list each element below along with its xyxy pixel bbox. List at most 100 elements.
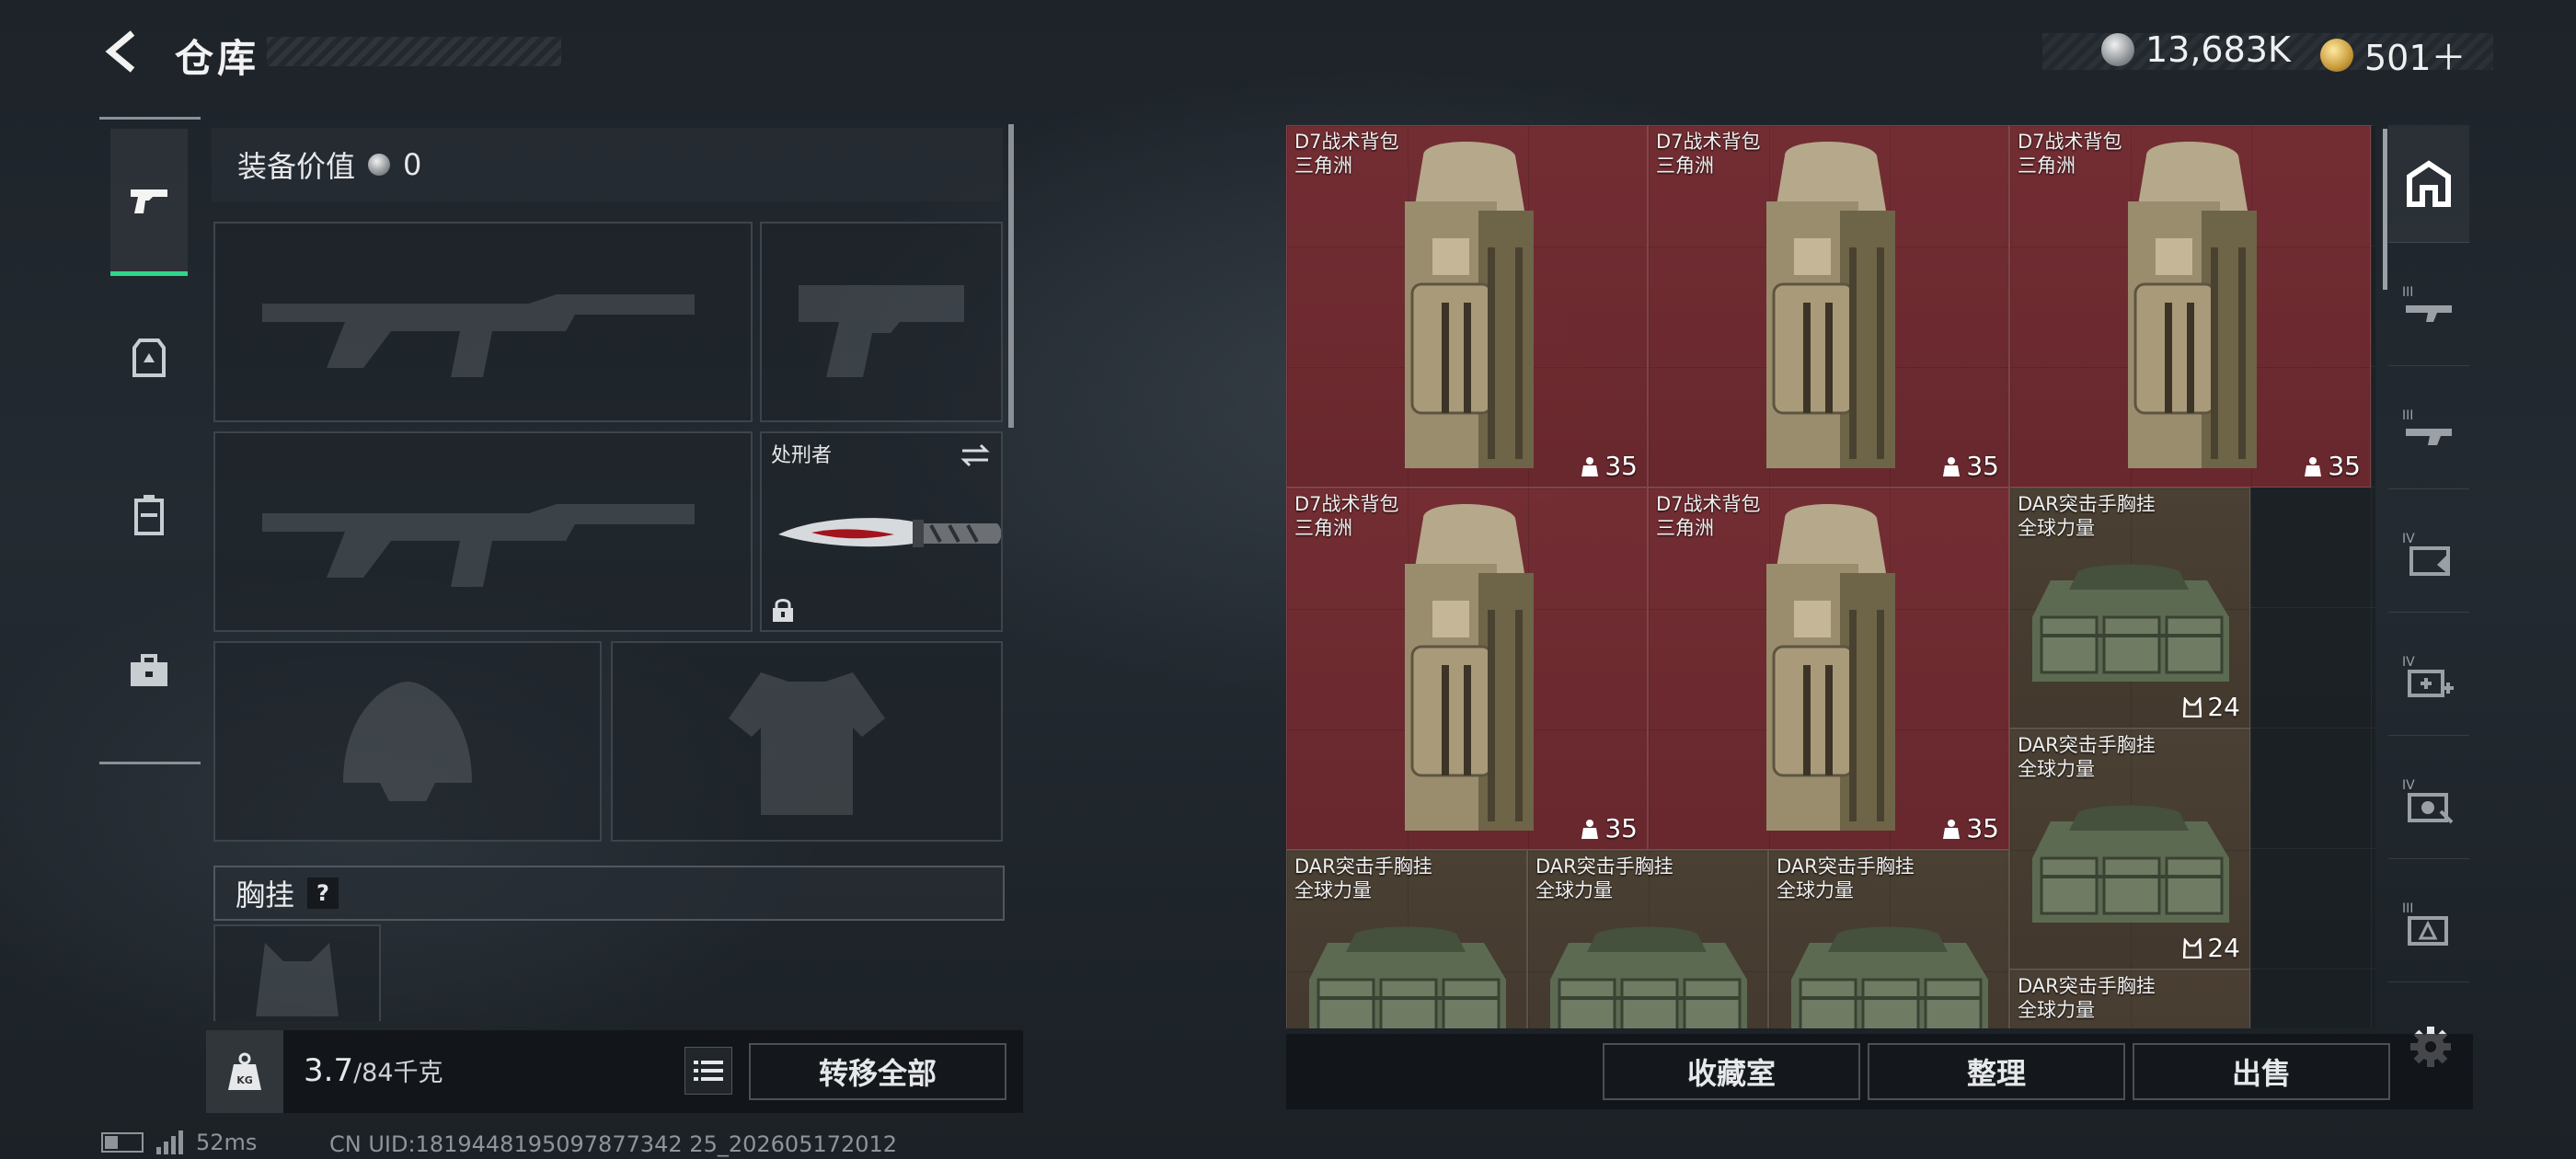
battery-icon (101, 1132, 144, 1153)
storage-tabs: III III IV IV IV III (2388, 125, 2471, 1017)
lock-icon (773, 599, 793, 622)
sell-button[interactable]: 出售 (2133, 1043, 2390, 1100)
chest-rig-image (1791, 926, 1988, 1028)
uid-readout: CN UID:1819448195097877342 25_2026051720… (329, 1131, 898, 1157)
item-name: D7战术背包 三角洲 (1656, 131, 1761, 177)
svg-text:IV: IV (2402, 655, 2415, 670)
collection-room-button[interactable]: 收藏室 (1603, 1043, 1860, 1100)
item-capacity: 24 (2183, 692, 2240, 722)
pistol-slot[interactable] (760, 222, 1003, 422)
chest-rig-image (2032, 805, 2229, 923)
melee-slot[interactable]: 处刑者 (760, 431, 1003, 632)
backpack-image (1766, 142, 1895, 468)
storage-scrollbar[interactable] (2383, 129, 2387, 290)
item-name: D7战术背包 三角洲 (1294, 131, 1399, 177)
body-armor-silhouette-icon (613, 643, 1001, 840)
weight-glyph-icon (1943, 456, 1961, 476)
item-capacity: 35 (1581, 451, 1638, 481)
item-name: DAR突击手胸挂 全球力量 (2018, 734, 2156, 780)
storage-tab-7[interactable]: III (2388, 865, 2469, 982)
primary-weapon-slot[interactable] (213, 222, 753, 422)
chest-rig-image (1309, 926, 1506, 1028)
body-armor-slot[interactable] (611, 641, 1003, 842)
storage-item[interactable]: DAR突击手胸挂 全球力量 (1286, 850, 1527, 1028)
storage-item[interactable]: D7战术背包 三角洲 35 (1286, 488, 1648, 850)
item-capacity: 35 (1581, 813, 1638, 843)
list-view-button[interactable] (684, 1047, 732, 1095)
tier-3-rifle-icon: III (2402, 285, 2452, 322)
rail-tab-armor[interactable] (110, 285, 188, 432)
backpack-image (2128, 142, 2257, 468)
list-icon (694, 1061, 723, 1081)
item-capacity: 35 (1942, 813, 1999, 843)
storage-tab-3[interactable]: III (2388, 372, 2469, 489)
currency-gold[interactable]: 501＋ (2320, 29, 2467, 80)
storage-grid: D7战术背包 三角洲 35 D7战术背包 三角洲 35 D7战术背包 三角洲 35 D… (1286, 125, 2375, 1028)
tier-4-folder-icon: IV (2402, 532, 2450, 576)
silver-amount: 13,683K (2145, 29, 2291, 70)
tier-3-alert-icon: III (2402, 901, 2448, 946)
signal-icon (156, 1130, 183, 1154)
loadout-scrollbar[interactable] (1008, 124, 1014, 428)
swap-icon[interactable] (959, 442, 992, 468)
top-bar: 仓库 13,683K 501＋ (0, 0, 2576, 101)
item-name: DAR突击手胸挂 全球力量 (1535, 855, 1673, 901)
silver-coin-icon (2101, 33, 2134, 66)
storage-item[interactable]: D7战术背包 三角洲 35 (1648, 488, 2009, 850)
chest-rig-image (1550, 926, 1747, 1028)
toolbox-icon (131, 654, 167, 686)
rig-glyph-icon (2183, 696, 2202, 717)
item-name: DAR突击手胸挂 全球力量 (1777, 855, 1915, 901)
item-name: D7战术背包 三角洲 (1294, 493, 1399, 539)
storage-item[interactable]: D7战术背包 三角洲 35 (1286, 125, 1648, 488)
storage-item[interactable]: DAR突击手胸挂 全球力量 (1527, 850, 1768, 1028)
help-icon[interactable]: ? (307, 878, 339, 909)
weight-glyph-icon (1581, 819, 1599, 839)
tier-4-tool-icon: IV (2402, 778, 2454, 823)
chest-rig-header: 胸挂 ? (213, 866, 1005, 921)
svg-text:KG: KG (236, 1074, 253, 1086)
chest-rig-silhouette-icon (215, 926, 379, 1021)
sort-button[interactable]: 整理 (1868, 1043, 2125, 1100)
home-storage-icon (2407, 159, 2451, 207)
rifle-silhouette-icon (215, 224, 751, 420)
loadout-panel: 装备价值 0 处刑者 胸挂 ? (206, 124, 1008, 1021)
weight-readout: 3.7/84千克 (304, 1052, 443, 1089)
chest-rig-slot[interactable] (213, 924, 381, 1021)
knife-image (778, 518, 1001, 547)
svg-text:III: III (2402, 285, 2413, 300)
rail-tab-backpack[interactable] (110, 442, 188, 589)
gold-coin-icon (2320, 38, 2353, 72)
currency-silver[interactable]: 13,683K (2101, 29, 2291, 70)
storage-tab-6[interactable]: IV (2388, 741, 2469, 859)
weight-glyph-icon (1581, 456, 1599, 476)
storage-tab-5[interactable]: IV (2388, 618, 2469, 736)
weight-current: 3.7 (304, 1052, 354, 1089)
storage-tab-home[interactable] (2388, 125, 2469, 243)
storage-item[interactable]: DAR突击手胸挂 全球力量 (2009, 970, 2250, 1028)
storage-item[interactable]: D7战术背包 三角洲 35 (1648, 125, 2009, 488)
storage-item[interactable]: DAR突击手胸挂 全球力量 24 (2009, 729, 2250, 970)
storage-item[interactable]: DAR突击手胸挂 全球力量 24 (2009, 488, 2250, 729)
rail-tab-weapons[interactable] (110, 129, 188, 276)
chest-rig-image (2032, 564, 2229, 682)
storage-tab-4[interactable]: IV (2388, 495, 2469, 613)
rail-tab-toolbox[interactable] (110, 598, 188, 745)
item-name: DAR突击手胸挂 全球力量 (2018, 493, 2156, 539)
item-name: DAR突击手胸挂 全球力量 (2018, 975, 2156, 1021)
storage-item[interactable]: DAR突击手胸挂 全球力量 (1768, 850, 2009, 1028)
pistol-icon (131, 189, 167, 213)
storage-action-bar: 收藏室 整理 出售 (1286, 1034, 2473, 1109)
svg-text:III: III (2402, 408, 2413, 423)
storage-tab-2[interactable]: III (2388, 248, 2469, 366)
ping-readout: 52ms (196, 1130, 258, 1155)
item-name: D7战术背包 三角洲 (1656, 493, 1761, 539)
item-capacity: 35 (2304, 451, 2361, 481)
tier-4-medkit-icon: IV (2402, 655, 2454, 697)
weight-max: /84千克 (353, 1059, 443, 1087)
helmet-slot[interactable] (213, 641, 602, 842)
back-arrow-icon[interactable] (101, 28, 149, 75)
secondary-weapon-slot[interactable] (213, 431, 753, 632)
storage-item[interactable]: D7战术背包 三角洲 35 (2009, 125, 2371, 488)
transfer-all-button[interactable]: 转移全部 (749, 1043, 1006, 1100)
